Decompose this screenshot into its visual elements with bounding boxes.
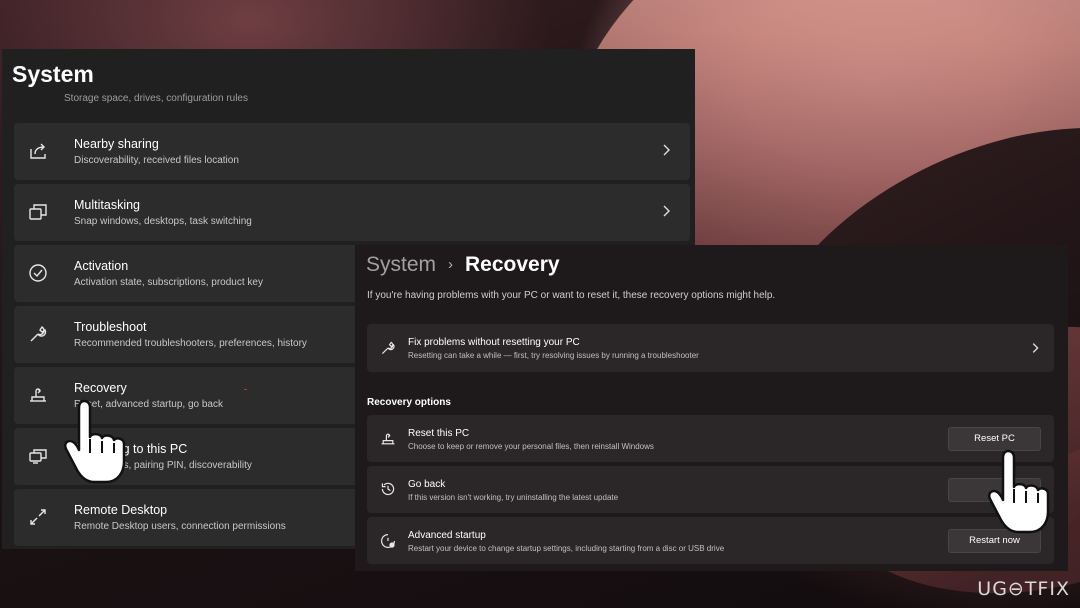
recovery-settings-window: System › Recovery If you're having problem… bbox=[355, 245, 1068, 571]
chevron-right-icon bbox=[658, 203, 674, 219]
breadcrumb-system-link[interactable]: System bbox=[366, 253, 436, 276]
settings-item-label: Troubleshoot bbox=[74, 320, 147, 334]
chevron-right-icon bbox=[658, 142, 674, 158]
wrench-icon bbox=[28, 324, 48, 344]
option-desc: Restart your device to change startup se… bbox=[408, 544, 725, 553]
watermark-logo: UG⊖TFIX bbox=[977, 578, 1070, 600]
settings-item-desc: Discoverability, received files location bbox=[74, 155, 239, 166]
advanced-startup-card: Advanced startup Restart your device to … bbox=[367, 517, 1054, 564]
settings-item-multitasking[interactable]: Multitasking Snap windows, desktops, tas… bbox=[14, 184, 690, 241]
history-icon bbox=[380, 481, 396, 497]
breadcrumb: System › Recovery bbox=[366, 253, 560, 277]
settings-item-label: Remote Desktop bbox=[74, 503, 168, 517]
option-desc: Choose to keep or remove your personal f… bbox=[408, 442, 654, 451]
advanced-startup-icon bbox=[380, 533, 396, 549]
reset-pc-icon bbox=[380, 431, 396, 447]
hand-pointer-cursor-icon bbox=[986, 447, 1058, 542]
multitasking-icon bbox=[28, 202, 48, 222]
option-desc: If this version isn't working, try unins… bbox=[408, 493, 619, 502]
red-mark bbox=[244, 389, 247, 390]
settings-item-desc: Activation state, subscriptions, product… bbox=[74, 277, 263, 288]
settings-item-label: Multitasking bbox=[74, 198, 140, 212]
settings-item-label: Recovery bbox=[74, 381, 127, 395]
intro-text: If you're having problems with your PC o… bbox=[367, 290, 776, 301]
clipped-item-subtitle: Storage space, drives, configuration rul… bbox=[64, 93, 248, 104]
settings-item-desc: Snap windows, desktops, task switching bbox=[74, 216, 252, 227]
settings-item-label: Activation bbox=[74, 259, 129, 273]
reset-pc-card: Reset this PC Choose to keep or remove y… bbox=[367, 415, 1054, 462]
settings-item-label: Nearby sharing bbox=[74, 137, 159, 151]
remote-desktop-icon bbox=[28, 507, 48, 527]
fix-problems-label: Fix problems without resetting your PC bbox=[408, 337, 580, 348]
option-label: Reset this PC bbox=[408, 428, 470, 439]
option-label: Advanced startup bbox=[408, 530, 486, 541]
hand-pointer-cursor-icon bbox=[62, 397, 134, 492]
wrench-icon bbox=[380, 340, 396, 356]
recovery-icon bbox=[28, 385, 48, 405]
check-circle-icon bbox=[28, 263, 48, 283]
go-back-card: Go back If this version isn't working, t… bbox=[367, 466, 1054, 513]
settings-item-desc: Recommended troubleshooters, preferences… bbox=[74, 338, 307, 349]
chevron-right-icon bbox=[1028, 341, 1042, 355]
settings-item-desc: Remote Desktop users, connection permiss… bbox=[74, 521, 286, 532]
fix-problems-card[interactable]: Fix problems without resetting your PC R… bbox=[367, 324, 1054, 372]
settings-item-nearby-sharing[interactable]: Nearby sharing Discoverability, received… bbox=[14, 123, 690, 180]
projector-icon bbox=[28, 446, 48, 466]
breadcrumb-separator: › bbox=[448, 256, 454, 273]
page-title: System bbox=[12, 61, 94, 87]
share-icon bbox=[28, 141, 48, 161]
section-label: Recovery options bbox=[367, 397, 451, 408]
option-label: Go back bbox=[408, 479, 446, 490]
fix-problems-desc: Resetting can take a while — first, try … bbox=[408, 351, 699, 360]
breadcrumb-current: Recovery bbox=[465, 253, 560, 276]
